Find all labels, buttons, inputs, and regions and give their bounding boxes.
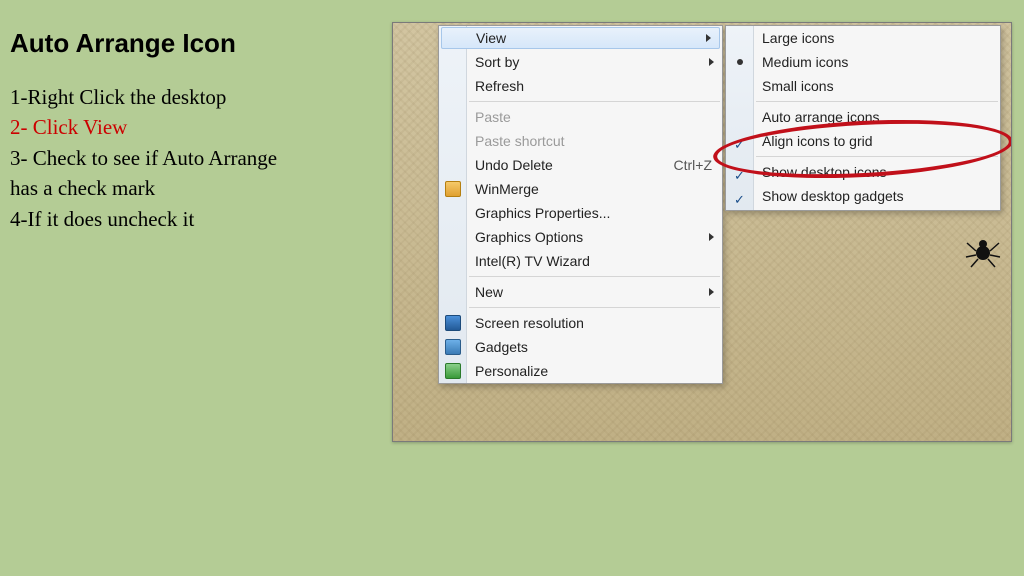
submenu-item-auto-arrange[interactable]: Auto arrange icons <box>726 105 1000 129</box>
menu-label: Graphics Properties... <box>475 205 610 221</box>
submenu-item-show-desktop-icons[interactable]: ✓ Show desktop icons <box>726 160 1000 184</box>
menu-label: Large icons <box>762 30 834 46</box>
submenu-arrow-icon <box>709 233 714 241</box>
menu-label: Align icons to grid <box>762 133 873 149</box>
menu-shortcut: Ctrl+Z <box>674 153 713 177</box>
menu-item-refresh[interactable]: Refresh <box>439 74 722 98</box>
menu-separator <box>469 307 720 308</box>
menu-label: Auto arrange icons <box>762 109 880 125</box>
menu-label: Show desktop gadgets <box>762 188 904 204</box>
menu-item-winmerge[interactable]: WinMerge <box>439 177 722 201</box>
menu-label: Paste <box>475 109 511 125</box>
submenu-arrow-icon <box>709 58 714 66</box>
submenu-item-medium-icons[interactable]: Medium icons <box>726 50 1000 74</box>
desktop-context-menu: View Sort by Refresh Paste Paste shortcu… <box>438 25 723 384</box>
personalize-icon <box>445 363 461 379</box>
step-3-line1: 3- Check to see if Auto Arrange <box>10 143 277 173</box>
step-1: 1-Right Click the desktop <box>10 82 277 112</box>
menu-label: WinMerge <box>475 181 539 197</box>
winmerge-icon <box>445 181 461 197</box>
submenu-item-large-icons[interactable]: Large icons <box>726 26 1000 50</box>
menu-label: New <box>475 284 503 300</box>
view-submenu: Large icons Medium icons Small icons Aut… <box>725 25 1001 211</box>
submenu-item-small-icons[interactable]: Small icons <box>726 74 1000 98</box>
submenu-arrow-icon <box>709 288 714 296</box>
menu-item-view[interactable]: View <box>441 27 720 49</box>
menu-item-graphics-options[interactable]: Graphics Options <box>439 225 722 249</box>
menu-label: View <box>476 30 506 46</box>
menu-label: Medium icons <box>762 54 848 70</box>
menu-label: Intel(R) TV Wizard <box>475 253 590 269</box>
menu-label: Undo Delete <box>475 157 553 173</box>
menu-label: Gadgets <box>475 339 528 355</box>
slide-title: Auto Arrange Icon <box>10 28 236 59</box>
menu-separator <box>756 101 998 102</box>
monitor-icon <box>445 315 461 331</box>
menu-item-paste-shortcut: Paste shortcut <box>439 129 722 153</box>
menu-item-graphics-properties[interactable]: Graphics Properties... <box>439 201 722 225</box>
menu-separator <box>469 101 720 102</box>
step-2: 2- Click View <box>10 112 277 142</box>
menu-item-new[interactable]: New <box>439 280 722 304</box>
menu-label: Show desktop icons <box>762 164 887 180</box>
radio-selected-icon <box>737 59 743 65</box>
menu-item-screen-resolution[interactable]: Screen resolution <box>439 311 722 335</box>
menu-label: Sort by <box>475 54 519 70</box>
submenu-arrow-icon <box>706 34 711 42</box>
spider-decoration <box>965 233 1001 269</box>
menu-label: Graphics Options <box>475 229 583 245</box>
menu-label: Personalize <box>475 363 548 379</box>
menu-label: Screen resolution <box>475 315 584 331</box>
submenu-item-show-desktop-gadgets[interactable]: ✓ Show desktop gadgets <box>726 184 1000 208</box>
menu-label: Refresh <box>475 78 524 94</box>
desktop-screenshot: View Sort by Refresh Paste Paste shortcu… <box>392 22 1012 442</box>
submenu-item-align-grid[interactable]: ✓ Align icons to grid <box>726 129 1000 153</box>
menu-item-sort-by[interactable]: Sort by <box>439 50 722 74</box>
menu-separator <box>756 156 998 157</box>
menu-item-undo-delete[interactable]: Undo Delete Ctrl+Z <box>439 153 722 177</box>
menu-separator <box>469 276 720 277</box>
step-4: 4-If it does uncheck it <box>10 204 277 234</box>
check-icon: ✓ <box>734 133 745 157</box>
menu-item-intel-tv[interactable]: Intel(R) TV Wizard <box>439 249 722 273</box>
gadgets-icon <box>445 339 461 355</box>
menu-item-gadgets[interactable]: Gadgets <box>439 335 722 359</box>
step-3-line2: has a check mark <box>10 173 277 203</box>
menu-item-personalize[interactable]: Personalize <box>439 359 722 383</box>
menu-label: Small icons <box>762 78 834 94</box>
menu-label: Paste shortcut <box>475 133 565 149</box>
check-icon: ✓ <box>734 188 745 212</box>
instruction-list: 1-Right Click the desktop 2- Click View … <box>10 82 277 234</box>
menu-item-paste: Paste <box>439 105 722 129</box>
